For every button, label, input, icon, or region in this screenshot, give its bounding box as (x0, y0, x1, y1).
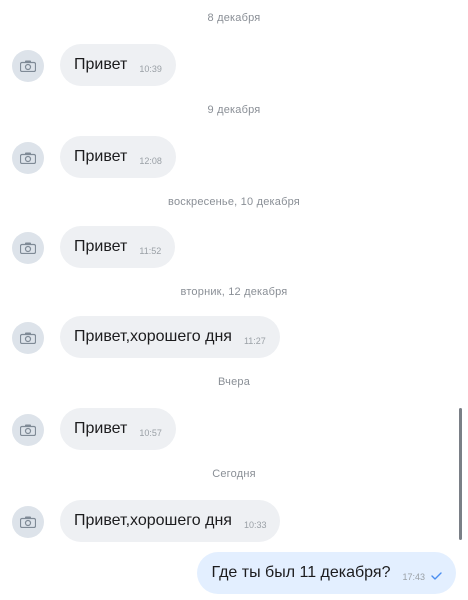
message-text: Привет (74, 420, 128, 437)
chat-history: 8 декабря Привет 10:39 9 декабря Привет … (0, 0, 468, 600)
message-row: Привет,хорошего дня 11:27 (0, 316, 468, 360)
message-row: Привет,хорошего дня 10:33 (0, 500, 468, 544)
message-bubble[interactable]: Привет,хорошего дня 10:33 (60, 500, 281, 542)
message-text: Привет,хорошего дня (74, 512, 232, 529)
message-row: Привет 10:39 (0, 44, 468, 88)
camera-icon (20, 332, 36, 344)
message-row: Привет 11:52 (0, 226, 468, 270)
message-time: 10:33 (243, 520, 267, 530)
camera-icon (20, 152, 36, 164)
message-bubble[interactable]: Привет,хорошего дня 11:27 (60, 316, 280, 358)
avatar[interactable] (12, 506, 44, 538)
avatar[interactable] (12, 322, 44, 354)
message-text: Привет (74, 238, 128, 255)
scrollbar[interactable] (459, 408, 462, 540)
avatar[interactable] (12, 232, 44, 264)
camera-icon (20, 242, 36, 254)
message-time: 10:39 (139, 64, 162, 74)
check-icon (431, 572, 442, 580)
avatar[interactable] (12, 414, 44, 446)
message-bubble[interactable]: Привет 12:08 (60, 136, 176, 178)
camera-icon (20, 60, 36, 72)
message-text: Привет (74, 148, 128, 165)
camera-icon (20, 516, 36, 528)
date-separator: Вчера (217, 376, 251, 388)
message-text: Привет,хорошего дня (74, 328, 232, 345)
message-time: 12:08 (139, 156, 162, 166)
outgoing-message-text: Где ты был 11 декабря? (211, 564, 391, 581)
message-time: 11:27 (243, 336, 266, 346)
date-separator: 8 декабря (207, 12, 261, 24)
message-time: 10:57 (139, 428, 162, 438)
date-separator: вторник, 12 декабря (180, 286, 288, 298)
message-bubble[interactable]: Привет 10:57 (60, 408, 176, 450)
message-row: Привет 10:57 (0, 408, 468, 452)
message-text: Привет (74, 56, 128, 73)
avatar[interactable] (12, 50, 44, 82)
message-bubble[interactable]: Привет 11:52 (60, 226, 176, 268)
date-separator: Сегодня (212, 468, 256, 480)
outgoing-message-time: 17:43 (402, 572, 425, 582)
date-separator: воскресенье, 10 декабря (168, 196, 300, 208)
avatar[interactable] (12, 142, 44, 174)
camera-icon (20, 424, 36, 436)
outgoing-message-row: Где ты был 11 декабря? 17:43 (0, 552, 468, 596)
date-separator: 9 декабря (207, 104, 261, 116)
message-row: Привет 12:08 (0, 136, 468, 180)
message-time: 11:52 (139, 246, 162, 256)
outgoing-message-bubble[interactable]: Где ты был 11 декабря? 17:43 (197, 552, 456, 594)
message-bubble[interactable]: Привет 10:39 (60, 44, 176, 86)
